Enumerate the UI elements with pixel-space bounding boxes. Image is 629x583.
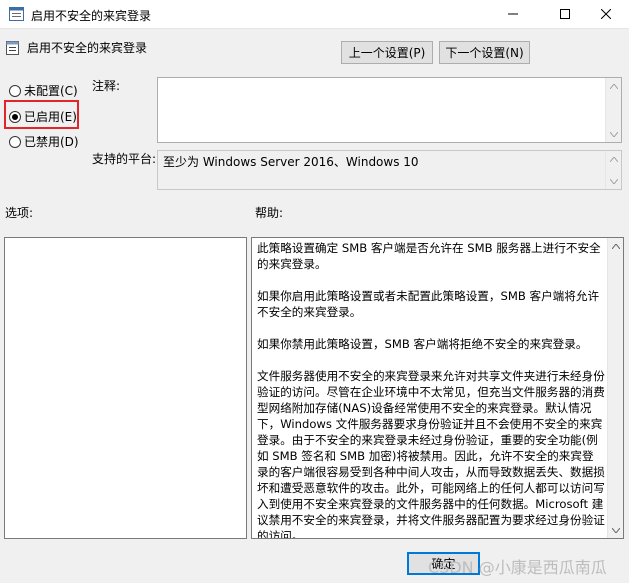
policy-name: 启用不安全的来宾登录 [27,41,148,55]
platform-label: 支持的平台: [92,152,157,166]
maximize-button[interactable] [542,0,588,29]
options-panel [4,237,247,539]
radio-circle[interactable] [9,84,21,97]
scroll-up-icon[interactable] [608,238,623,254]
previous-setting-button[interactable]: 上一个设置(P) [341,41,433,64]
help-text: 此策略设置确定 SMB 客户端是否允许在 SMB 服务器上进行不安全的来宾登录。… [257,240,605,539]
policy-header: 启用不安全的来宾登录 [5,39,147,56]
scroll-down-icon[interactable] [608,522,623,538]
comment-scrollbar[interactable] [605,78,621,142]
radio-not-configured[interactable]: 未配置(C) [9,82,78,99]
platform-scrollbar[interactable] [605,151,621,189]
title-bar: 启用不安全的来宾登录 [0,0,629,29]
radio-label: 未配置(C) [24,84,78,98]
dialog-client: 启用不安全的来宾登录 上一个设置(P) 下一个设置(N) 未配置(C) 已启用(… [0,29,629,583]
next-setting-button[interactable]: 下一个设置(N) [439,41,530,64]
radio-label: 已禁用(D) [24,135,79,149]
scroll-down-icon[interactable] [606,126,622,142]
help-paragraph: 如果你禁用此策略设置，SMB 客户端将拒绝不安全的来宾登录。 [257,337,588,351]
radio-circle[interactable] [9,135,21,148]
help-paragraph: 文件服务器使用不安全的来宾登录来允许对共享文件夹进行未经身份验证的访问。尽管在企… [257,369,605,539]
radio-disabled[interactable]: 已禁用(D) [9,133,79,150]
help-scrollbar[interactable] [607,238,623,538]
help-paragraph: 如果你启用此策略设置或者未配置此策略设置，SMB 客户端将允许不安全的来宾登录。 [257,289,600,319]
csdn-watermark: CSDN @小康是西瓜南瓜 [428,558,607,577]
scroll-up-icon[interactable] [606,78,622,94]
enabled-highlight-box [4,100,79,129]
options-label: 选项: [5,206,34,220]
comment-label: 注释: [92,79,121,93]
scroll-down-icon[interactable] [606,173,622,189]
policy-app-icon [9,7,24,21]
close-icon [600,8,612,22]
help-paragraph: 此策略设置确定 SMB 客户端是否允许在 SMB 服务器上进行不安全的来宾登录。 [257,241,601,271]
help-label: 帮助: [255,206,284,220]
close-button[interactable] [583,0,629,29]
maximize-icon [560,8,570,22]
policy-setting-icon [5,40,21,56]
window-title: 启用不安全的来宾登录 [31,9,152,23]
help-panel: 此策略设置确定 SMB 客户端是否允许在 SMB 服务器上进行不安全的来宾登录。… [251,237,624,539]
comment-textarea[interactable] [157,77,622,143]
minimize-button[interactable] [490,0,536,29]
platform-field: 至少为 Windows Server 2016、Windows 10 [157,150,622,190]
scroll-up-icon[interactable] [606,151,622,167]
platform-value: 至少为 Windows Server 2016、Windows 10 [163,155,419,169]
minimize-icon [508,8,518,22]
